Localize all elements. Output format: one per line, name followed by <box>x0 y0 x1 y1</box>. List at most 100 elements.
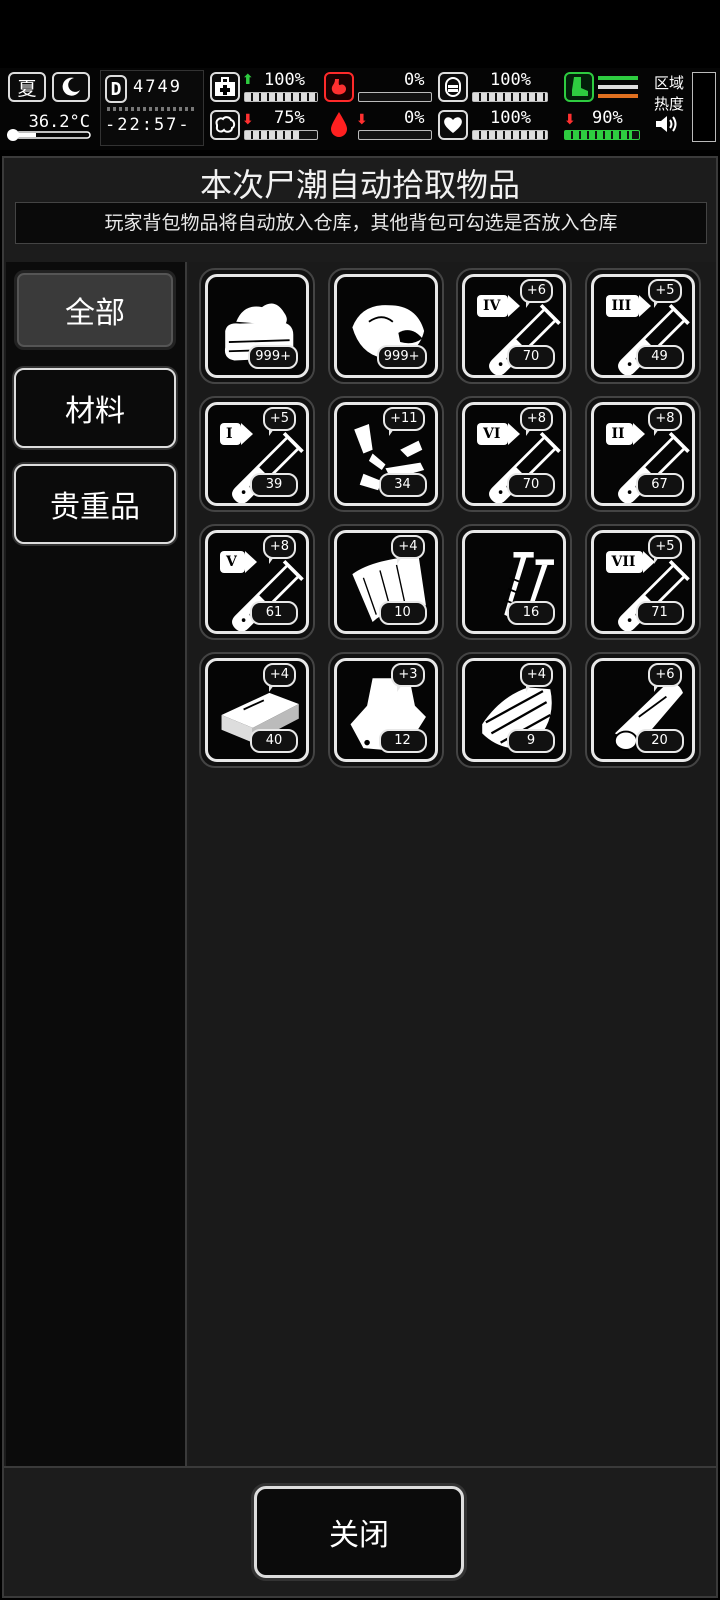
season-badge: 夏 <box>8 72 46 102</box>
item-frame: +4 10 <box>333 530 438 634</box>
season-label: 夏 <box>17 77 37 100</box>
item-frame: I +5 39 <box>205 402 309 506</box>
dialog-title: 本次尸潮自动拾取物品 <box>199 166 520 204</box>
blood-bar <box>358 130 432 140</box>
armor-bar <box>472 92 548 102</box>
item-slot[interactable]: +4 40 <box>199 652 315 768</box>
item-slot[interactable]: +11 34 <box>327 396 444 512</box>
stomach-icon <box>324 72 354 102</box>
stamina-panel: ⬇ 90% <box>562 70 644 146</box>
tab-all-label: 全部 <box>65 296 125 331</box>
gain-bubble: +5 <box>262 407 296 436</box>
item-slot[interactable]: +4 10 <box>327 524 444 640</box>
tab-materials-label: 材料 <box>65 394 125 429</box>
item-slot[interactable]: IV +6 70 <box>456 268 572 384</box>
hunger-value: 0% <box>404 70 425 90</box>
item-slot[interactable]: 16 <box>456 524 572 640</box>
item-frame: II +8 67 <box>590 402 695 506</box>
region-heat[interactable]: 区域 热度 <box>654 72 688 142</box>
boot-icon <box>564 72 594 102</box>
medkit-icon <box>210 72 240 102</box>
tab-all[interactable]: 全部 <box>14 270 176 350</box>
item-slot[interactable]: 999+ <box>327 268 444 384</box>
category-sidebar: 全部 材料 贵重品 <box>6 262 187 1466</box>
day-badge: D <box>105 75 127 103</box>
gain-bubble: +5 <box>648 535 682 564</box>
item-grid: 999+ 999+ IV +6 70 III +5 49 I +5 39 +11 34 VI +8 70 II +… <box>189 262 716 1466</box>
gain-bubble: +4 <box>391 535 425 564</box>
region-heat-label-1: 区域 <box>654 74 685 92</box>
gain-bubble: +8 <box>262 535 296 564</box>
item-frame: V +8 61 <box>205 530 309 634</box>
item-slot[interactable]: +4 9 <box>456 652 572 768</box>
gain-bubble: +6 <box>519 279 553 308</box>
tier-badge: I <box>220 423 252 445</box>
gain-bubble: +11 <box>383 407 425 436</box>
item-frame: VII +5 71 <box>590 530 695 634</box>
gain-bubble: +3 <box>391 663 425 692</box>
sanity-bar <box>244 130 318 140</box>
item-slot[interactable]: VI +8 70 <box>456 396 572 512</box>
tab-valuables[interactable]: 贵重品 <box>14 464 176 544</box>
item-slot[interactable]: I +5 39 <box>199 396 315 512</box>
item-count: 34 <box>378 473 427 497</box>
item-count: 49 <box>635 345 684 369</box>
item-slot[interactable]: III +5 49 <box>584 268 701 384</box>
moon-icon <box>52 72 90 102</box>
status-hud: 夏 36.2°C D 4749 -22:57- ⬆ 100% 0% 100% ⬇… <box>0 68 720 150</box>
item-count: 12 <box>378 729 427 753</box>
region-heat-label-2: 热度 <box>654 95 685 113</box>
item-frame: +4 40 <box>205 658 309 762</box>
item-slot[interactable]: V +8 61 <box>199 524 315 640</box>
thermometer: 36.2°C <box>6 112 91 142</box>
tab-valuables-label: 贵重品 <box>50 490 140 525</box>
item-frame: +6 20 <box>590 658 695 762</box>
item-frame: 16 <box>462 530 566 634</box>
item-slot[interactable]: +6 20 <box>584 652 701 768</box>
tier-badge: II <box>605 423 645 445</box>
item-slot[interactable]: +3 12 <box>327 652 444 768</box>
blood-drop-icon <box>328 110 352 140</box>
gain-bubble: +8 <box>519 407 553 436</box>
day-counter: 4749 <box>133 77 182 97</box>
item-count: 10 <box>378 601 427 625</box>
item-count: 16 <box>507 601 555 625</box>
item-count: 61 <box>250 601 298 625</box>
stamina-bar <box>564 130 640 140</box>
thermometer-icon <box>7 129 91 141</box>
item-frame: +4 9 <box>462 658 566 762</box>
item-count: 9 <box>507 729 555 753</box>
game-clock: -22:57- <box>105 115 191 135</box>
item-slot[interactable]: II +8 67 <box>584 396 701 512</box>
dialog-subtitle: 玩家背包物品将自动放入仓库，其他背包可勾选是否放入仓库 <box>15 202 707 244</box>
tab-materials[interactable]: 材料 <box>14 368 176 448</box>
health-trend-up-icon: ⬆ <box>242 72 254 88</box>
armor-value: 100% <box>490 70 531 90</box>
gain-bubble: +4 <box>519 663 553 692</box>
health-bar <box>244 92 318 102</box>
item-slot[interactable]: VII +5 71 <box>584 524 701 640</box>
item-count: 999+ <box>248 345 298 369</box>
brain-icon <box>210 110 240 140</box>
item-frame: III +5 49 <box>590 274 695 378</box>
item-count: 70 <box>507 345 555 369</box>
item-frame: 999+ <box>333 274 438 378</box>
item-count: 20 <box>635 729 684 753</box>
speaker-icon[interactable] <box>654 114 678 134</box>
gain-bubble: +5 <box>648 279 682 308</box>
heart-value: 100% <box>490 108 531 128</box>
health-value: 100% <box>264 70 305 90</box>
item-count: 999+ <box>376 345 427 369</box>
tier-badge: VI <box>477 423 522 445</box>
day-clock-panel: D 4749 -22:57- <box>100 70 204 146</box>
item-count: 71 <box>635 601 684 625</box>
item-slot[interactable]: 999+ <box>199 268 315 384</box>
close-button-label: 关闭 <box>329 1518 389 1553</box>
item-count: 39 <box>250 473 298 497</box>
blood-trend-down-icon: ⬇ <box>356 112 368 128</box>
blood-value: 0% <box>404 108 425 128</box>
close-button[interactable]: 关闭 <box>254 1486 464 1578</box>
item-frame: IV +6 70 <box>462 274 566 378</box>
item-count: 40 <box>250 729 298 753</box>
vital-stats: ⬆ 100% 0% 100% ⬇ 75% ⬇ 0% 100% <box>208 70 556 146</box>
